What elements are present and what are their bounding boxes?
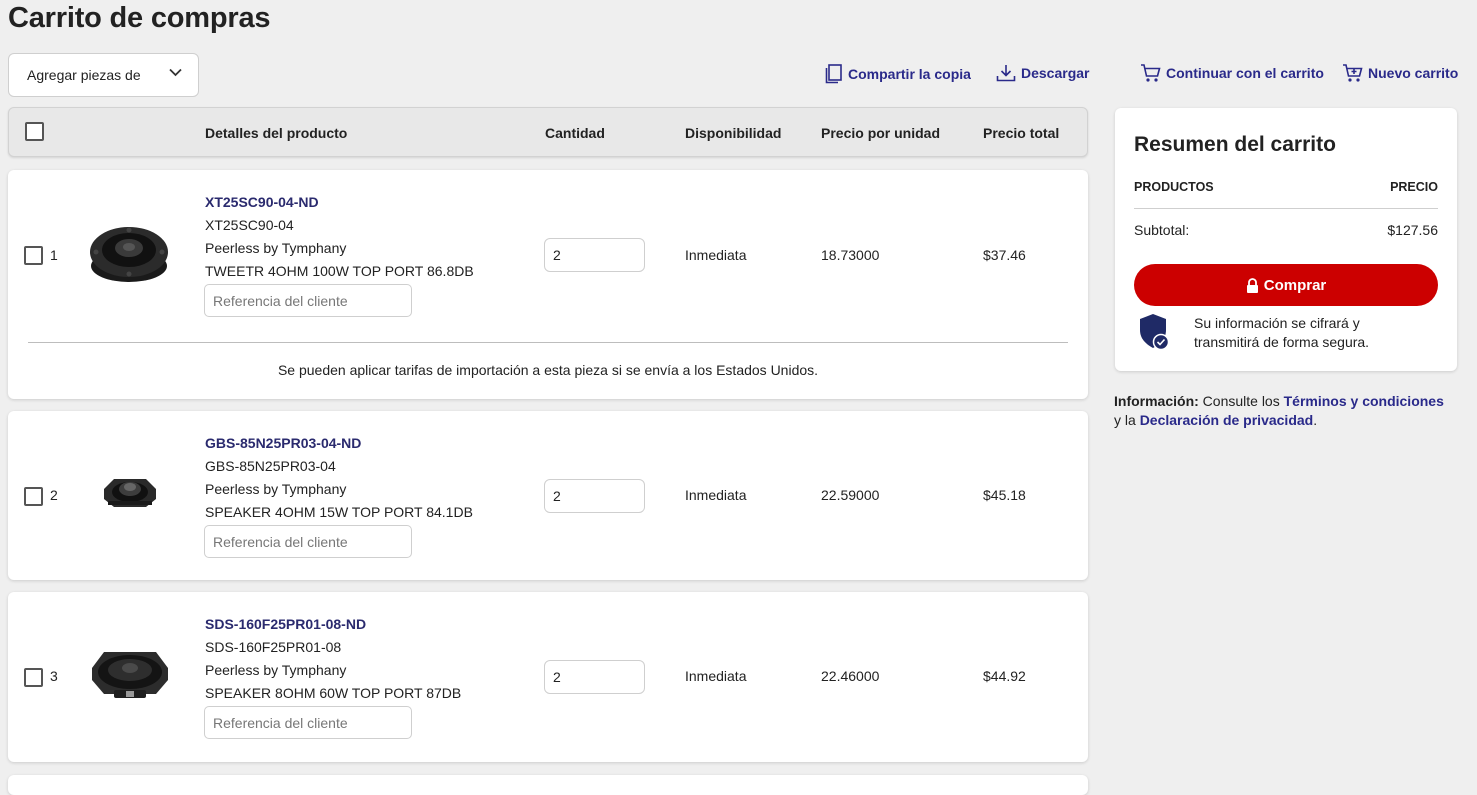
download-label: Descargar <box>1021 65 1090 81</box>
info-label: Información: <box>1114 393 1199 409</box>
description: TWEETR 4OHM 100W TOP PORT 86.8DB <box>205 263 474 279</box>
privacy-link[interactable]: Declaración de privacidad <box>1140 412 1314 428</box>
manufacturer: Peerless by Tymphany <box>205 481 347 497</box>
woofer-product-image <box>92 652 168 698</box>
header-total-price: Precio total <box>983 125 1060 141</box>
header-details: Detalles del producto <box>205 125 348 141</box>
quantity-input[interactable] <box>544 479 645 513</box>
availability: Inmediata <box>685 247 747 263</box>
divider <box>28 342 1068 343</box>
customer-reference-input[interactable] <box>204 525 412 558</box>
item-index: 2 <box>50 487 58 503</box>
add-parts-dropdown[interactable]: Agregar piezas de <box>8 53 199 97</box>
download-link[interactable]: Descargar <box>996 64 1090 82</box>
cart-item-3: 3 SDS-160F25PR01-08-ND SDS-160F25PR01-08… <box>8 592 1088 762</box>
description: SPEAKER 4OHM 15W TOP PORT 84.1DB <box>205 504 473 520</box>
download-icon <box>996 65 1016 82</box>
share-copy-label: Compartir la copia <box>848 66 971 82</box>
total-price: $45.18 <box>983 487 1026 503</box>
add-cart-icon <box>1343 64 1363 82</box>
unit-price: 22.59000 <box>821 487 880 503</box>
copy-icon <box>825 64 842 84</box>
availability: Inmediata <box>685 668 747 684</box>
manufacturer: Peerless by Tymphany <box>205 240 347 256</box>
customer-reference-input[interactable] <box>204 284 412 317</box>
part-number-link[interactable]: GBS-85N25PR03-04-ND <box>205 435 361 451</box>
continue-cart-label: Continuar con el carrito <box>1166 65 1324 81</box>
tariff-notice: Se pueden aplicar tarifas de importación… <box>277 362 819 378</box>
subtotal-value: $127.56 <box>1387 222 1438 238</box>
cart-summary: Resumen del carrito PRODUCTOS PRECIO Sub… <box>1115 108 1457 371</box>
terms-link[interactable]: Términos y condiciones <box>1284 393 1444 409</box>
secure-shield-icon <box>1140 314 1170 351</box>
buy-button[interactable]: Comprar <box>1134 264 1438 306</box>
description: SPEAKER 8OHM 60W TOP PORT 87DB <box>205 685 462 701</box>
tweeter-product-image <box>90 227 168 282</box>
table-header: Detalles del producto Cantidad Disponibi… <box>8 107 1088 157</box>
mfr-part-number: XT25SC90-04 <box>205 217 294 233</box>
quantity-input[interactable] <box>544 660 645 694</box>
item-checkbox[interactable] <box>24 668 43 687</box>
item-index: 3 <box>50 668 58 684</box>
info-text: Consulte los <box>1198 393 1284 409</box>
manufacturer: Peerless by Tymphany <box>205 662 347 678</box>
continue-cart-link[interactable]: Continuar con el carrito <box>1140 63 1324 83</box>
summary-products-header: PRODUCTOS <box>1134 180 1214 194</box>
buy-label: Comprar <box>1263 276 1327 294</box>
new-cart-link[interactable]: Nuevo carrito <box>1342 63 1458 83</box>
add-parts-label: Agregar piezas de <box>27 67 141 83</box>
lock-icon <box>1246 277 1258 293</box>
unit-price: 18.73000 <box>821 247 880 263</box>
unit-price: 22.46000 <box>821 668 880 684</box>
summary-price-header: PRECIO <box>1390 180 1438 194</box>
part-number-link[interactable]: SDS-160F25PR01-08-ND <box>205 616 366 632</box>
new-cart-label: Nuevo carrito <box>1368 65 1459 81</box>
item-checkbox[interactable] <box>24 487 43 506</box>
info-text: . <box>1313 412 1318 428</box>
info-text: y la <box>1114 412 1140 428</box>
select-all-checkbox[interactable] <box>25 122 44 141</box>
mfr-part-number: SDS-160F25PR01-08 <box>205 639 342 655</box>
mfr-part-number: GBS-85N25PR03-04 <box>205 458 336 474</box>
header-availability: Disponibilidad <box>685 125 782 141</box>
availability: Inmediata <box>685 487 747 503</box>
cart-item-2: 2 GBS-85N25PR03-04-ND GBS-85N25PR03-04 P… <box>8 411 1088 580</box>
item-checkbox[interactable] <box>24 246 43 265</box>
header-unit-price: Precio por unidad <box>821 125 941 141</box>
subtotal-label: Subtotal: <box>1134 222 1190 238</box>
item-index: 1 <box>50 247 58 263</box>
cart-item-next <box>8 775 1088 795</box>
page-title: Carrito de compras <box>8 2 271 34</box>
total-price: $44.92 <box>983 668 1026 684</box>
customer-reference-input[interactable] <box>204 706 412 739</box>
chevron-down-icon <box>169 68 182 77</box>
speaker-product-image <box>104 479 156 507</box>
divider <box>1134 208 1438 209</box>
info-notice: Información: Consulte los Términos y con… <box>1114 392 1464 430</box>
share-copy-link[interactable]: Compartir la copia <box>825 64 971 84</box>
header-quantity: Cantidad <box>545 125 605 141</box>
cart-item-1: 1 XT25SC90-04-ND XT25SC90-04 Peerless by… <box>8 170 1088 399</box>
cart-icon <box>1141 64 1161 82</box>
part-number-link[interactable]: XT25SC90-04-ND <box>205 194 319 210</box>
secure-message: Su información se cifrará y transmitirá … <box>1194 315 1370 350</box>
total-price: $37.46 <box>983 247 1026 263</box>
quantity-input[interactable] <box>544 238 645 272</box>
summary-title: Resumen del carrito <box>1134 133 1336 156</box>
